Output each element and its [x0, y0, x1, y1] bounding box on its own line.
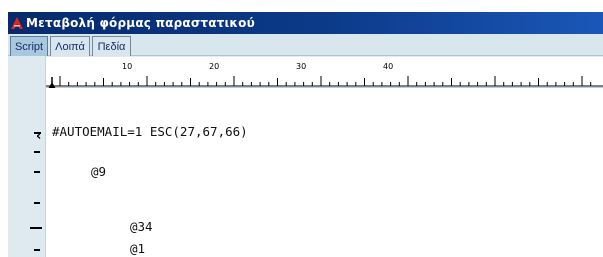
tab-fields-label: Πεδία — [97, 40, 126, 53]
gutter-mark — [34, 151, 40, 153]
current-line-arrow-icon: ‹ — [36, 129, 42, 144]
tab-strip: Script Λοιπά Πεδία — [8, 34, 603, 56]
script-editor[interactable]: ‹ #AUTOEMAIL=1 ESC(27,67,66) @9 @34 @1 — [8, 88, 603, 257]
gutter-mark — [30, 227, 42, 229]
gutter-mark — [34, 202, 40, 204]
line-gutter: ‹ — [8, 88, 46, 257]
form-editor-window: Μεταβολή φόρμας παραστατικού Script Λοιπ… — [0, 0, 603, 257]
code-line[interactable]: #AUTOEMAIL=1 ESC(27,67,66) — [52, 124, 248, 140]
ruler-label-20: 20 — [209, 62, 219, 71]
title-bar[interactable]: Μεταβολή φόρμας παραστατικού — [8, 12, 603, 34]
tab-script[interactable]: Script — [10, 36, 48, 56]
code-line[interactable]: @34 — [130, 219, 153, 235]
ruler-label-30: 30 — [296, 62, 306, 71]
tab-script-label: Script — [14, 40, 44, 53]
gutter-mark — [34, 249, 40, 251]
tab-fields[interactable]: Πεδία — [92, 36, 131, 56]
gutter-mark — [34, 171, 40, 173]
ruler-label-10: 10 — [122, 62, 132, 71]
ruler[interactable]: 10 20 30 40 — [46, 56, 603, 89]
ruler-label-40: 40 — [383, 62, 393, 71]
tab-other-label: Λοιπά — [55, 40, 85, 53]
code-line[interactable]: @9 — [91, 164, 106, 180]
code-line[interactable]: @1 — [130, 241, 145, 257]
window-title: Μεταβολή φόρμας παραστατικού — [26, 16, 255, 30]
ruler-ticks: 10 20 30 40 — [46, 62, 603, 89]
ruler-gutter — [8, 56, 46, 88]
ruler-row: 10 20 30 40 — [8, 56, 603, 89]
tab-other[interactable]: Λοιπά — [50, 36, 90, 56]
app-logo-icon — [10, 16, 24, 30]
code-area[interactable]: #AUTOEMAIL=1 ESC(27,67,66) @9 @34 @1 — [46, 88, 603, 257]
